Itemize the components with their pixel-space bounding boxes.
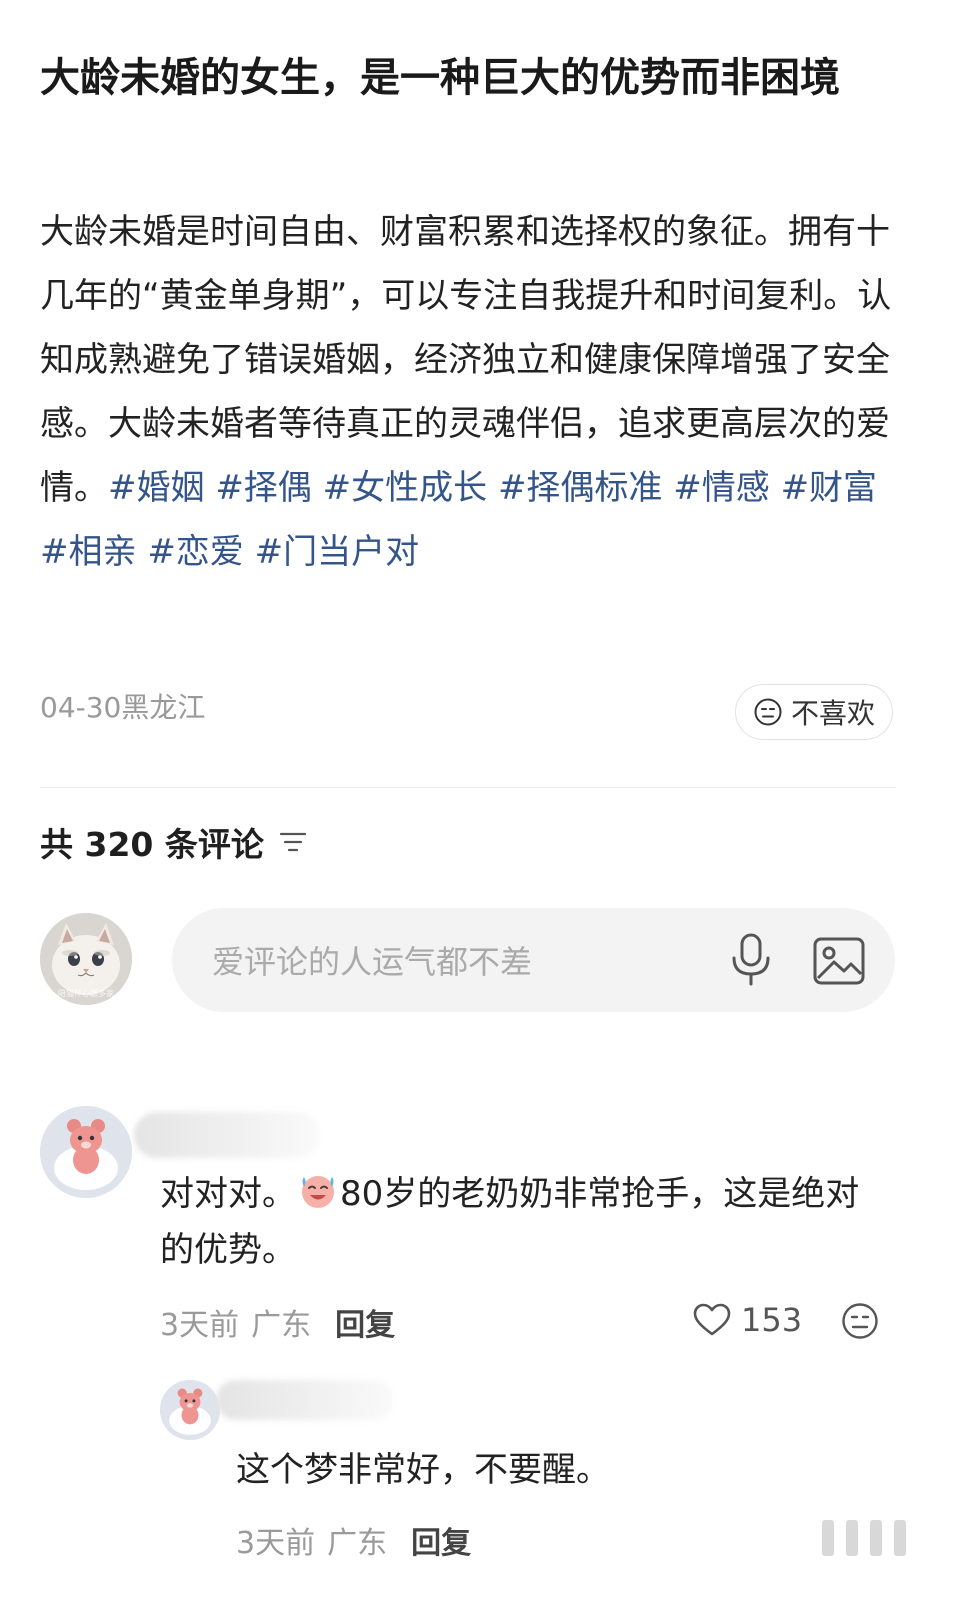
comment-text-part1: 对对对。	[160, 1174, 296, 1214]
tag-lianai[interactable]: #恋爱	[147, 532, 244, 572]
replier-username-redacted	[216, 1380, 394, 1420]
tag-qinggan[interactable]: #情感	[673, 468, 770, 508]
tag-hunyin[interactable]: #婚姻	[108, 468, 205, 508]
comment-time: 3天前	[160, 1308, 240, 1343]
sort-icon[interactable]	[278, 829, 308, 855]
reply-location: 广东	[327, 1526, 388, 1561]
comments-header: 共 320 条评论	[40, 818, 308, 866]
dislike-label: 不喜欢	[790, 697, 875, 730]
post-body-text: 大龄未婚是时间自由、财富积累和选择权的象征。拥有十几年的“黄金单身期”，可以专注…	[40, 212, 892, 508]
post-meta: 04-30黑龙江	[40, 691, 206, 724]
watermark-bar	[822, 1520, 834, 1556]
comment-like-count: 153	[741, 1301, 803, 1339]
watermark-bar	[846, 1520, 858, 1556]
tag-zeou-biaozhun[interactable]: #择偶标准	[498, 468, 663, 508]
comment-like-button[interactable]: 153	[693, 1301, 802, 1339]
reply-reply-button[interactable]: 回复	[411, 1518, 471, 1562]
comment-reply-button[interactable]: 回复	[335, 1300, 395, 1344]
commenter-username-redacted	[134, 1112, 320, 1158]
reply-time: 3天前	[236, 1526, 316, 1561]
dislike-button[interactable]: 不喜欢	[735, 684, 893, 740]
avatar-caption: 陪猫怀心跟多家	[58, 989, 114, 998]
watermark-bar	[894, 1520, 906, 1556]
replier-avatar[interactable]	[160, 1380, 220, 1440]
tag-caifu[interactable]: #财富	[781, 468, 878, 508]
tag-xiangqin[interactable]: #相亲	[40, 532, 137, 572]
comment-input[interactable]: 爱评论的人运气都不差	[172, 908, 895, 1012]
image-icon[interactable]	[812, 934, 866, 988]
reply-text: 这个梦非常好，不要醒。	[236, 1450, 610, 1490]
microphone-icon[interactable]	[727, 932, 775, 988]
divider	[40, 787, 896, 788]
heart-icon	[693, 1303, 731, 1336]
comment-meta: 3天前 广东 回复	[160, 1300, 395, 1344]
tag-mendang-hudui[interactable]: #门当户对	[255, 532, 420, 572]
commenter-avatar[interactable]	[40, 1106, 132, 1198]
comment-text: 对对对。 80岁的老奶奶非常抢手，这是绝对的优势。	[160, 1166, 890, 1278]
watermark-bars	[822, 1520, 906, 1556]
comment-count: 共 320 条评论	[40, 825, 264, 864]
comment-input-placeholder: 爱评论的人运气都不差	[212, 943, 533, 981]
bear-avatar-image-small	[160, 1380, 220, 1440]
comment-location: 广东	[251, 1308, 312, 1343]
post-title: 大龄未婚的女生，是一种巨大的优势而非困境	[40, 55, 840, 101]
watermark-bar	[870, 1520, 882, 1556]
tag-zeou[interactable]: #择偶	[215, 468, 312, 508]
reply-meta: 3天前 广东 回复	[236, 1518, 471, 1562]
my-avatar[interactable]: 陪猫怀心跟多家	[40, 913, 132, 1005]
meh-face-icon	[754, 698, 782, 726]
tag-nvxing-chengzhang[interactable]: #女性成长	[323, 468, 488, 508]
post-body: 大龄未婚是时间自由、财富积累和选择权的象征。拥有十几年的“黄金单身期”，可以专注…	[40, 200, 915, 584]
crying-laughing-emoji-icon	[302, 1176, 334, 1208]
dislike-face-icon[interactable]	[840, 1301, 880, 1341]
bear-avatar-image	[40, 1106, 132, 1198]
